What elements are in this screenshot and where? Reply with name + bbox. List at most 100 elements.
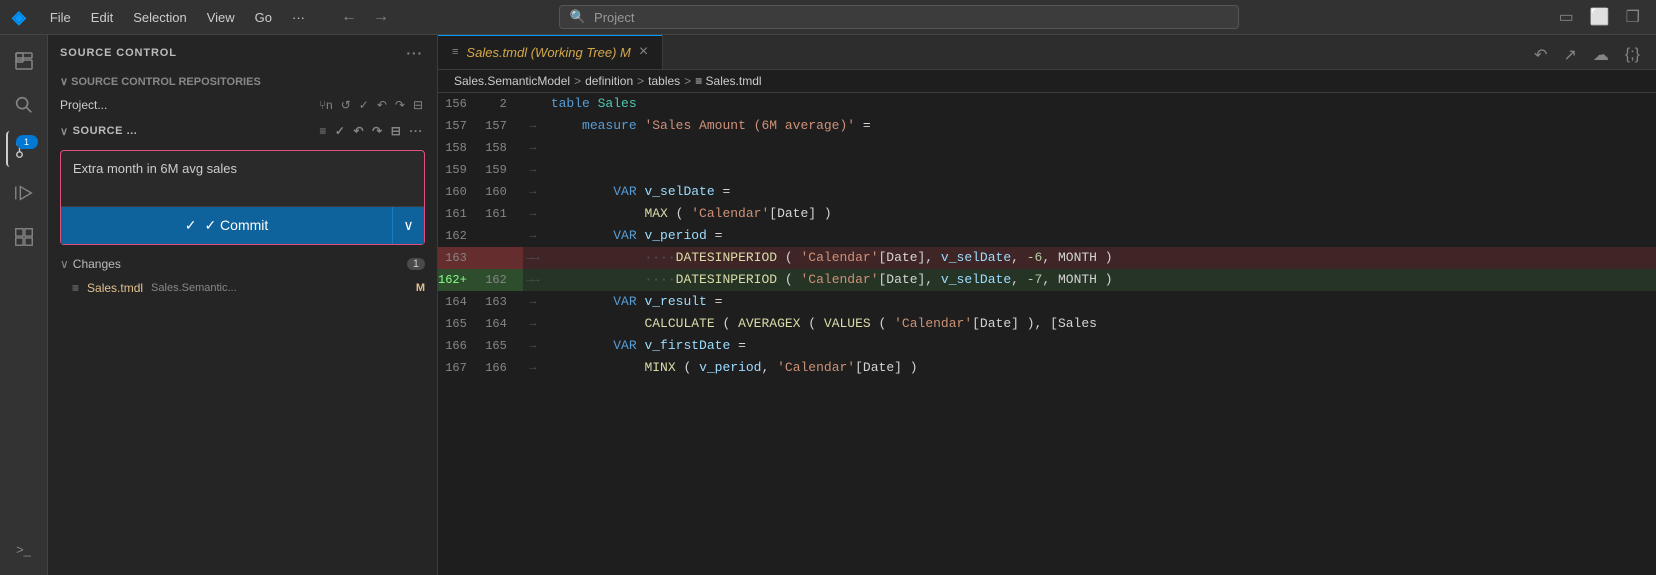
repo-name[interactable]: Project... [60, 98, 107, 112]
source-dots-icon[interactable]: ··· [407, 122, 425, 140]
cloud-icon[interactable]: ☁ [1589, 41, 1613, 69]
line-content: MAX ( 'Calendar'[Date] ) [543, 203, 1656, 225]
source-section-header: ∨ SOURCE ... ≡ ✓ ↶ ↷ ⊟ ··· [48, 118, 437, 144]
open-changes-icon[interactable]: ↗ [1559, 41, 1580, 69]
change-filename: Sales.tmdl [87, 281, 143, 295]
commit-message-input[interactable] [61, 151, 424, 201]
search-placeholder: Project [594, 10, 634, 25]
commit-button[interactable]: ✓ ✓ Commit [61, 207, 392, 244]
line-arrow: → [523, 313, 543, 335]
sync-icon[interactable]: ↺ [339, 96, 353, 114]
editor-actions: ↶ ↗ ☁ {;} [1518, 41, 1656, 69]
tab-name: Sales.tmdl (Working Tree) M [466, 45, 630, 60]
extensions-icon[interactable] [6, 219, 42, 255]
menu-bar: File Edit Selection View Go ··· [42, 8, 313, 27]
list-item[interactable]: ≡ Sales.tmdl Sales.Semantic... M [48, 277, 437, 299]
undo-icon[interactable]: ↶ [375, 96, 389, 114]
more-icon[interactable]: ⊟ [411, 96, 425, 114]
redo-icon[interactable]: ↷ [393, 96, 407, 114]
collapse-icon[interactable]: ∨ [60, 125, 69, 138]
line-arrow: → [523, 181, 543, 203]
repo-row: Project... ⑂n ↺ ✓ ↶ ↷ ⊟ [48, 92, 437, 118]
nav-back-button[interactable]: ← [337, 6, 361, 28]
source-label: SOURCE ... [73, 125, 138, 137]
vscode-logo: ◈ [12, 7, 26, 28]
line-content: MINX ( v_period, 'Calendar'[Date] ) [543, 357, 1656, 379]
table-row: 161 161 → MAX ( 'Calendar'[Date] ) [438, 203, 1656, 225]
table-row: 167 166 → MINX ( v_period, 'Calendar'[Da… [438, 357, 1656, 379]
line-num-right: 2 [483, 93, 523, 115]
breadcrumb-sep-3: > [684, 74, 691, 88]
menu-edit[interactable]: Edit [83, 8, 121, 27]
changes-count: 1 [407, 258, 425, 270]
source-section-actions: ≡ ✓ ↶ ↷ ⊟ ··· [317, 122, 425, 140]
table-row: 160 160 → VAR v_selDate = [438, 181, 1656, 203]
run-debug-icon[interactable] [6, 175, 42, 211]
table-row: 158 158 → [438, 137, 1656, 159]
source-control-repos-label: ∨ SOURCE CONTROL REPOSITORIES [60, 75, 261, 88]
line-num-right: 166 [483, 357, 523, 379]
chevron-down-icon: ∨ [403, 217, 413, 234]
tab-sales-tmdl[interactable]: ≡ Sales.tmdl (Working Tree) M × [438, 35, 663, 69]
menu-more[interactable]: ··· [284, 8, 313, 27]
line-arrow: → [523, 335, 543, 357]
table-row: 163 →→ ····DATESINPERIOD ( 'Calendar'[Da… [438, 247, 1656, 269]
line-num-right: 163 [483, 291, 523, 313]
sidebar-header-actions: ··· [404, 43, 425, 63]
menu-file[interactable]: File [42, 8, 79, 27]
source-redo-icon[interactable]: ↷ [370, 122, 385, 140]
timeline-icon[interactable]: ↶ [1530, 41, 1551, 69]
line-content: VAR v_result = [543, 291, 1656, 313]
line-num-left: 161 [438, 203, 483, 225]
nav-buttons: ← → [337, 6, 393, 28]
title-actions: ▭ ⬜ ❐ [1555, 5, 1644, 29]
command-palette[interactable]: 🔍 Project [559, 5, 1239, 29]
explorer-icon[interactable] [6, 43, 42, 79]
breadcrumb-file[interactable]: ≡ Sales.tmdl [695, 74, 761, 88]
sidebar-title: SOURCE CONTROL [60, 47, 177, 59]
line-arrow: → [523, 203, 543, 225]
layout-icon[interactable]: ▭ [1555, 5, 1578, 29]
line-arrow: → [523, 137, 543, 159]
menu-view[interactable]: View [199, 8, 243, 27]
changes-header: ∨ Changes 1 [48, 251, 437, 277]
sidebar-more-icon[interactable]: ··· [404, 43, 425, 63]
changes-collapse-icon[interactable]: ∨ [60, 257, 69, 271]
menu-selection[interactable]: Selection [125, 8, 194, 27]
maximize-icon[interactable]: ❐ [1622, 5, 1644, 29]
split-icon[interactable]: ⬜ [1586, 5, 1614, 29]
search-icon[interactable] [6, 87, 42, 123]
menu-go[interactable]: Go [247, 8, 280, 27]
line-num-left: 159 [438, 159, 483, 181]
source-list-icon[interactable]: ≡ [317, 122, 329, 140]
line-num-left: 164 [438, 291, 483, 313]
line-content: CALCULATE ( AVERAGEX ( VALUES ( 'Calenda… [543, 313, 1656, 335]
source-control-icon[interactable] [6, 131, 42, 167]
activity-bar: >_ [0, 35, 48, 575]
line-num-left: 166 [438, 335, 483, 357]
tab-close-button[interactable]: × [639, 43, 648, 61]
line-content: VAR v_selDate = [543, 181, 1656, 203]
source-more-icon[interactable]: ⊟ [389, 122, 404, 140]
breadcrumb-definition[interactable]: definition [585, 74, 633, 88]
line-num-left: 162 [438, 225, 483, 247]
code-editor[interactable]: 156 2 table Sales 157 157 → measure 'Sal… [438, 93, 1656, 575]
line-num-left: 160 [438, 181, 483, 203]
line-arrow: →→ [523, 247, 543, 269]
check-icon[interactable]: ✓ [357, 96, 371, 114]
branch-icon[interactable]: ⑂n [317, 96, 335, 114]
source-undo-icon[interactable]: ↶ [352, 122, 367, 140]
breadcrumb-model[interactable]: Sales.SemanticModel [454, 74, 570, 88]
line-arrow [523, 93, 543, 115]
commit-dropdown-button[interactable]: ∨ [392, 207, 424, 244]
line-num-right [483, 225, 523, 247]
breadcrumb-tables[interactable]: tables [648, 74, 680, 88]
line-content [543, 137, 1656, 159]
nav-forward-button[interactable]: → [369, 6, 393, 28]
code-table: 156 2 table Sales 157 157 → measure 'Sal… [438, 93, 1656, 379]
bracket-icon[interactable]: {;} [1621, 42, 1644, 68]
line-num-left: 158 [438, 137, 483, 159]
terminal-icon[interactable]: >_ [6, 531, 42, 567]
commit-label: ✓ Commit [204, 217, 268, 234]
source-check-icon[interactable]: ✓ [333, 122, 348, 140]
